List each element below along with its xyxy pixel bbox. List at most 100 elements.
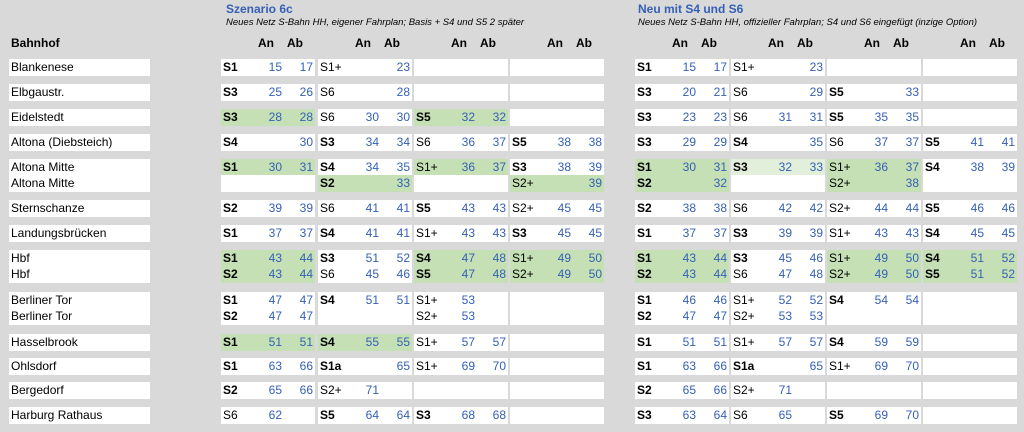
left-group1-ab-header: Ab xyxy=(287,36,303,50)
right-group4-arrival xyxy=(954,175,986,192)
left-group2-arrival: 51 xyxy=(349,250,381,267)
right-group2-departure: 33 xyxy=(794,159,825,176)
bahnhof-header: Bahnhof xyxy=(11,36,60,50)
left-group3-departure xyxy=(477,59,508,76)
left-group2-line: S6 xyxy=(318,109,349,126)
left-group4-arrival: 45 xyxy=(541,225,573,242)
left-group2-line: S3 xyxy=(318,134,349,151)
left-group4-departure: 39 xyxy=(573,175,604,192)
left-group4-line xyxy=(510,59,541,76)
right-group4-arrival: 51 xyxy=(954,266,986,283)
left-group1-line: S2 xyxy=(221,308,252,325)
right-group2-departure: 35 xyxy=(794,134,825,151)
left-group2-ab-header: Ab xyxy=(384,36,400,50)
right-group4-arrival: 46 xyxy=(954,200,986,217)
table-row: Bergedorf S2 65 66 S2+ 71 S2 65 66 S2+ 71 xyxy=(0,382,1024,399)
left-group4-line: S2+ xyxy=(510,175,541,192)
left-group2-line: S6 xyxy=(318,84,349,101)
right-group1-arrival: 15 xyxy=(666,59,698,76)
right-group1-departure: 17 xyxy=(698,59,729,76)
right-group1-arrival: 43 xyxy=(666,266,698,283)
right-group2-ab-header: Ab xyxy=(797,36,813,50)
right-group3-arrival: 54 xyxy=(858,292,890,309)
right-group3-arrival: 69 xyxy=(858,407,890,424)
table-row: Elbgaustr. S3 25 26 S6 28 S3 20 21 S6 29 S5 33 xyxy=(0,84,1024,101)
left-group2-departure: 41 xyxy=(381,200,412,217)
left-group3-arrival: 43 xyxy=(445,225,477,242)
right-group3-departure: 37 xyxy=(890,159,921,176)
left-group2-arrival: 45 xyxy=(349,266,381,283)
right-group1-arrival: 51 xyxy=(666,334,698,351)
left-group2-line: S1+ xyxy=(318,59,349,76)
right-group4-line xyxy=(923,109,954,126)
right-group3-departure xyxy=(890,59,921,76)
right-group2-arrival: 53 xyxy=(762,308,794,325)
right-group4-line: S5 xyxy=(923,266,954,283)
right-group3-arrival: 44 xyxy=(858,200,890,217)
left-group1-line: S3 xyxy=(221,109,252,126)
left-group4-arrival xyxy=(541,109,573,126)
right-group2-line: S6 xyxy=(731,109,762,126)
right-group2-line: S3 xyxy=(731,250,762,267)
left-group3-line: S1+ xyxy=(414,358,445,375)
right-group2-departure: 23 xyxy=(794,59,825,76)
right-group2-departure xyxy=(794,175,825,192)
right-group1-departure: 47 xyxy=(698,308,729,325)
right-group1-departure: 64 xyxy=(698,407,729,424)
station-name: Ohlsdorf xyxy=(9,358,150,375)
left-group4-departure xyxy=(573,292,604,309)
left-group2-line: S2+ xyxy=(318,382,349,399)
right-group1-line: S1 xyxy=(635,250,666,267)
left-group2-line: S2 xyxy=(318,175,349,192)
right-group4-line: S5 xyxy=(923,134,954,151)
station-name: Hbf xyxy=(9,250,150,267)
right-group2-line: S6 xyxy=(731,200,762,217)
left-group3-departure xyxy=(477,84,508,101)
right-group4-departure xyxy=(986,308,1017,325)
table-row: Eidelstedt S3 28 28 S6 30 30 S5 32 32 S3 23 23 S6 31 31… xyxy=(0,109,1024,126)
left-group1-arrival: 30 xyxy=(252,159,284,176)
right-group1-arrival: 20 xyxy=(666,84,698,101)
right-group4-arrival: 38 xyxy=(954,159,986,176)
left-group2-line: S4 xyxy=(318,225,349,242)
right-group3-line: S1+ xyxy=(827,159,858,176)
left-group1-arrival: 65 xyxy=(252,382,284,399)
left-group1-departure xyxy=(284,407,315,424)
table-row: Ohlsdorf S1 63 66 S1a 65 S1+ 69 70 S1 63 66 S1a 65 S1+… xyxy=(0,358,1024,375)
right-group4-departure xyxy=(986,407,1017,424)
left-group1-arrival: 62 xyxy=(252,407,284,424)
left-group3-line xyxy=(414,59,445,76)
left-group3-line: S5 xyxy=(414,109,445,126)
right-group3-arrival xyxy=(858,382,890,399)
left-group1-departure: 30 xyxy=(284,134,315,151)
left-group1-line: S2 xyxy=(221,266,252,283)
left-group3-arrival: 32 xyxy=(445,109,477,126)
right-group1-arrival: 46 xyxy=(666,292,698,309)
left-group2-departure: 55 xyxy=(381,334,412,351)
right-group4-line xyxy=(923,382,954,399)
left-group4-arrival xyxy=(541,175,573,192)
right-group3-departure: 33 xyxy=(890,84,921,101)
left-group2-departure: 46 xyxy=(381,266,412,283)
left-group3-arrival xyxy=(445,175,477,192)
left-group3-line: S4 xyxy=(414,250,445,267)
right-scenario-subtitle: Neues Netz S-Bahn HH, offizieller Fahrpl… xyxy=(638,17,978,28)
right-group3-departure xyxy=(890,382,921,399)
right-group2-arrival: 45 xyxy=(762,250,794,267)
right-group3-arrival: 37 xyxy=(858,134,890,151)
left-group2-arrival xyxy=(349,175,381,192)
right-group3-departure: 35 xyxy=(890,109,921,126)
left-group3-departure: 37 xyxy=(477,134,508,151)
left-group1-line: S2 xyxy=(221,382,252,399)
right-group1-line: S2 xyxy=(635,266,666,283)
right-group3-line: S1+ xyxy=(827,358,858,375)
left-group2-departure: 30 xyxy=(381,109,412,126)
right-group4-departure xyxy=(986,334,1017,351)
left-group2-departure: 65 xyxy=(381,358,412,375)
right-group4-line: S4 xyxy=(923,159,954,176)
left-group3-line: S1+ xyxy=(414,292,445,309)
left-group1-departure: 44 xyxy=(284,266,315,283)
left-group3-departure: 68 xyxy=(477,407,508,424)
right-group3-departure xyxy=(890,308,921,325)
right-group1-departure: 21 xyxy=(698,84,729,101)
